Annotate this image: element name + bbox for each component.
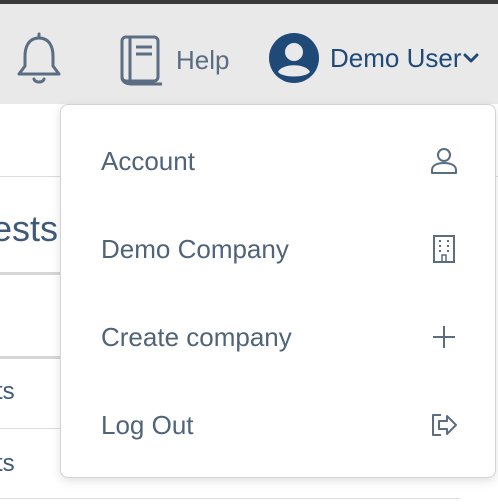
user-avatar-icon bbox=[269, 33, 319, 83]
chevron-down-icon bbox=[463, 53, 479, 63]
user-name: Demo User bbox=[330, 42, 462, 73]
menu-item-label: Account bbox=[101, 145, 195, 176]
divider bbox=[0, 498, 460, 499]
menu-item-account[interactable]: Account bbox=[61, 121, 495, 201]
building-icon bbox=[433, 235, 455, 263]
top-navigation-bar: Help Demo User bbox=[0, 0, 498, 104]
user-outline-icon bbox=[431, 148, 457, 174]
menu-item-create-company[interactable]: Create company bbox=[61, 297, 495, 377]
section-title: ests bbox=[0, 208, 59, 249]
help-label: Help bbox=[176, 44, 230, 75]
help-link[interactable]: Help bbox=[118, 32, 229, 88]
bell-icon bbox=[17, 32, 61, 84]
list-item[interactable]: ts bbox=[0, 378, 15, 406]
user-menu-button[interactable]: Demo User bbox=[268, 32, 479, 84]
plus-icon bbox=[433, 326, 455, 348]
menu-item-label: Demo Company bbox=[101, 233, 289, 264]
list-item[interactable]: ts bbox=[0, 450, 15, 478]
book-icon bbox=[120, 35, 162, 86]
menu-item-log-out[interactable]: Log Out bbox=[61, 385, 495, 465]
menu-item-demo-company[interactable]: Demo Company bbox=[61, 209, 495, 289]
user-dropdown-menu: Account Demo Company Create company Log … bbox=[60, 104, 496, 478]
notifications-button[interactable] bbox=[14, 32, 64, 88]
menu-item-label: Create company bbox=[101, 321, 292, 352]
menu-item-label: Log Out bbox=[101, 409, 194, 440]
logout-icon bbox=[432, 414, 457, 436]
